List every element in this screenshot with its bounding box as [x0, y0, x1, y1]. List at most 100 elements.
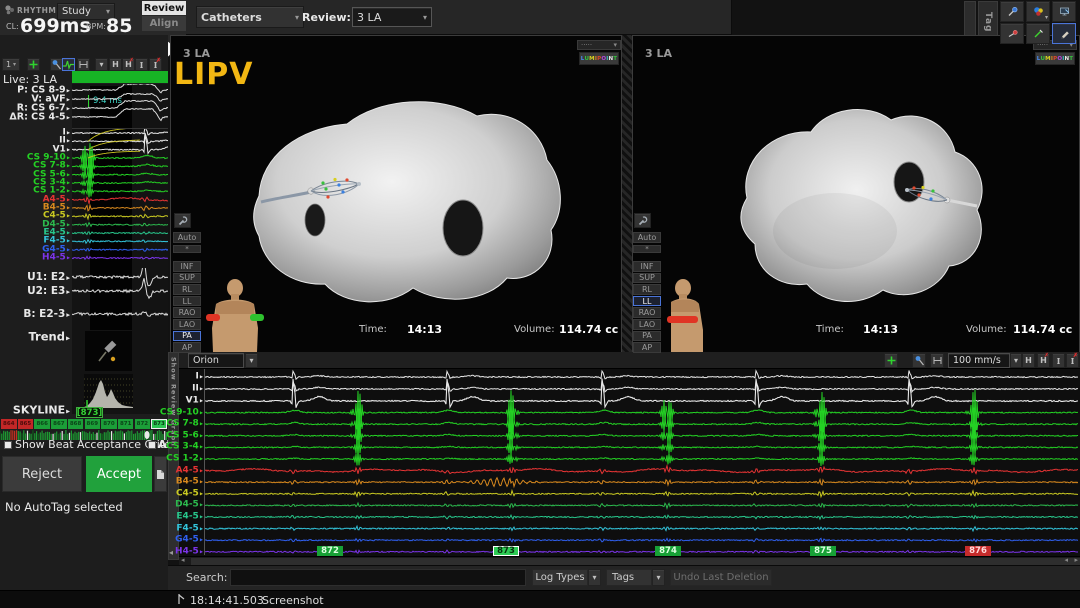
log-types-chevron[interactable]: ▾: [588, 569, 601, 586]
horizontal-caliper-button[interactable]: H: [109, 58, 122, 71]
signal-label-cs-9-10[interactable]: CS 9-10▸: [160, 408, 203, 417]
signal-label-trend[interactable]: Trend▸: [28, 331, 70, 343]
orientation-sup-button[interactable]: SUP: [173, 272, 201, 284]
remove-horizontal-caliper-button[interactable]: H ✗: [122, 57, 135, 71]
view-tools-button[interactable]: [174, 213, 191, 228]
toolbar-dropdown-button[interactable]: ▾: [95, 58, 108, 71]
scrollbar-thumb[interactable]: [191, 558, 1080, 565]
signal-label-d4-5[interactable]: D4-5▸: [175, 500, 203, 510]
beat-block-871[interactable]: 871: [117, 419, 134, 429]
view-splitter[interactable]: [622, 35, 632, 353]
signal-label-b-e2-3[interactable]: B: E2-3▸: [23, 309, 70, 320]
event-label[interactable]: Screenshot: [262, 594, 324, 607]
beat-block-867[interactable]: 867: [51, 419, 67, 429]
marker-tool-button[interactable]: [1000, 23, 1024, 44]
caliper-tool-button[interactable]: [77, 58, 90, 71]
remove-vertical-caliper-button[interactable]: I ✗: [1066, 352, 1079, 368]
sweep-speed-dropdown[interactable]: 100 mm/s: [948, 353, 1010, 368]
scroll-left-icon[interactable]: ◂: [181, 556, 185, 564]
annotate-tool-button[interactable]: [1052, 23, 1076, 44]
orientation-rao-button[interactable]: RAO: [173, 307, 201, 318]
view-collapse-bar[interactable]: ····· ▾: [577, 40, 621, 50]
all-checkbox[interactable]: [148, 441, 156, 449]
signal-label-b4-5[interactable]: B4-5▸: [176, 477, 203, 487]
orientation-inf-button[interactable]: INF: [633, 261, 661, 272]
undo-last-deletion-button[interactable]: Undo Last Deletion: [670, 569, 772, 586]
signal-label-v1[interactable]: V1▸: [186, 396, 203, 406]
signal-label-cs-1-2[interactable]: CS 1-2▸: [166, 454, 203, 464]
trend-box[interactable]: [85, 331, 132, 371]
orientation-rl-button[interactable]: RL: [173, 284, 201, 295]
view-auto-button[interactable]: Auto: [173, 232, 201, 243]
caliper-tool-button[interactable]: [930, 353, 944, 368]
beat-block-870[interactable]: 870: [101, 419, 117, 429]
beat-block-866[interactable]: 866: [34, 419, 50, 429]
log-types-button[interactable]: Log Types: [532, 569, 588, 586]
speed-chevron-button[interactable]: ▾: [1010, 353, 1022, 368]
horizontal-caliper-button[interactable]: H: [1022, 353, 1035, 368]
orientation-inf-button[interactable]: INF: [173, 261, 201, 272]
review-graph-canvas[interactable]: [205, 369, 1078, 555]
beat-marker-873[interactable]: 873: [493, 545, 519, 556]
signal-label-c4-5[interactable]: C4-5▸: [176, 489, 203, 498]
beat-block-868[interactable]: 868: [67, 419, 84, 429]
timeline-scrollbar[interactable]: ◂ ◂ ▸: [179, 556, 1080, 565]
reject-button[interactable]: Reject: [2, 456, 82, 492]
beat-block-869[interactable]: 869: [84, 419, 101, 429]
map-3d-canvas[interactable]: [231, 78, 571, 313]
view-tools-button[interactable]: [634, 213, 651, 228]
scroll-right-icon[interactable]: ▸: [1074, 556, 1078, 564]
beat-marker-875[interactable]: 875: [810, 545, 836, 556]
orientation-lao-button[interactable]: LAO: [633, 319, 661, 330]
view-star-button[interactable]: *: [633, 244, 661, 253]
vertical-caliper-button[interactable]: I: [1052, 353, 1065, 368]
tags-button[interactable]: Tags: [606, 569, 652, 586]
page-selector[interactable]: 1 ▾: [2, 58, 20, 71]
orientation-sup-button[interactable]: SUP: [633, 272, 661, 284]
beat-tick-strip[interactable]: [0, 430, 168, 440]
display-settings-button[interactable]: [1052, 1, 1076, 22]
lumipoint-button[interactable]: LUMIPOINT: [579, 52, 619, 65]
beat-marker-874[interactable]: 874: [655, 545, 681, 556]
orientation-ll-button[interactable]: LL: [633, 295, 661, 307]
probe-tool-button[interactable]: [1000, 1, 1024, 22]
orientation-ap-button[interactable]: AP: [173, 342, 201, 353]
signal-label-a4-5[interactable]: A4-5▸: [176, 466, 203, 475]
search-input[interactable]: [230, 569, 526, 586]
beat-marker-872[interactable]: 872: [317, 545, 343, 556]
catheters-dropdown[interactable]: Catheters ▾: [196, 6, 304, 28]
review-map-dropdown[interactable]: 3 LA ▾: [352, 7, 432, 27]
vertical-caliper-button[interactable]: I: [135, 58, 148, 71]
add-caliper-button[interactable]: [27, 58, 40, 71]
orientation-rl-button[interactable]: RL: [633, 284, 661, 295]
remove-horizontal-caliper-button[interactable]: H ✗: [1037, 352, 1050, 368]
accept-button[interactable]: Accept: [86, 456, 152, 492]
orientation-rao-button[interactable]: RAO: [633, 307, 661, 318]
signal-label-cs-5-6[interactable]: CS 5-6▸: [166, 431, 203, 440]
signal-label-cs-7-8[interactable]: CS 7-8▸: [166, 419, 203, 429]
orientation-ll-button[interactable]: LL: [173, 295, 201, 307]
signal-label-e4-5[interactable]: E4-5▸: [176, 512, 203, 522]
signal-tool-button[interactable]: [62, 58, 75, 71]
criteria-checkbox[interactable]: [4, 441, 12, 449]
align-tab-button[interactable]: Align: [142, 16, 186, 31]
signal-label-f4-5[interactable]: F4-5▸: [176, 524, 203, 533]
signal-label-ii[interactable]: II▸: [192, 384, 203, 394]
remove-vertical-caliper-button[interactable]: I ✗: [149, 57, 162, 71]
orientation-ap-button[interactable]: AP: [633, 342, 661, 353]
signal-label-cs-3-4[interactable]: CS 3-4▸: [166, 442, 203, 452]
skyline-box[interactable]: [84, 374, 133, 408]
orientation-lao-button[interactable]: LAO: [173, 319, 201, 330]
signal-label-g4-5[interactable]: G4-5▸: [175, 535, 203, 545]
signal-label-u1-e2[interactable]: U1: E2▸: [27, 272, 70, 283]
signal-label-h4-5[interactable]: H4-5▸: [175, 547, 203, 556]
signal-label-u2-e3[interactable]: U2: E3▸: [27, 286, 70, 297]
orientation-pa-button[interactable]: PA: [633, 330, 661, 342]
view-auto-button[interactable]: Auto: [633, 232, 661, 243]
beat-block-873[interactable]: 873: [151, 419, 167, 429]
beat-block-865[interactable]: 865: [17, 419, 34, 429]
signal-label--r-cs-4-5[interactable]: ΔR: CS 4-5▸: [9, 112, 70, 122]
pin-measure-button[interactable]: [912, 353, 926, 368]
edit-surface-button[interactable]: [1026, 23, 1050, 44]
beat-block-864[interactable]: 864: [1, 419, 17, 429]
